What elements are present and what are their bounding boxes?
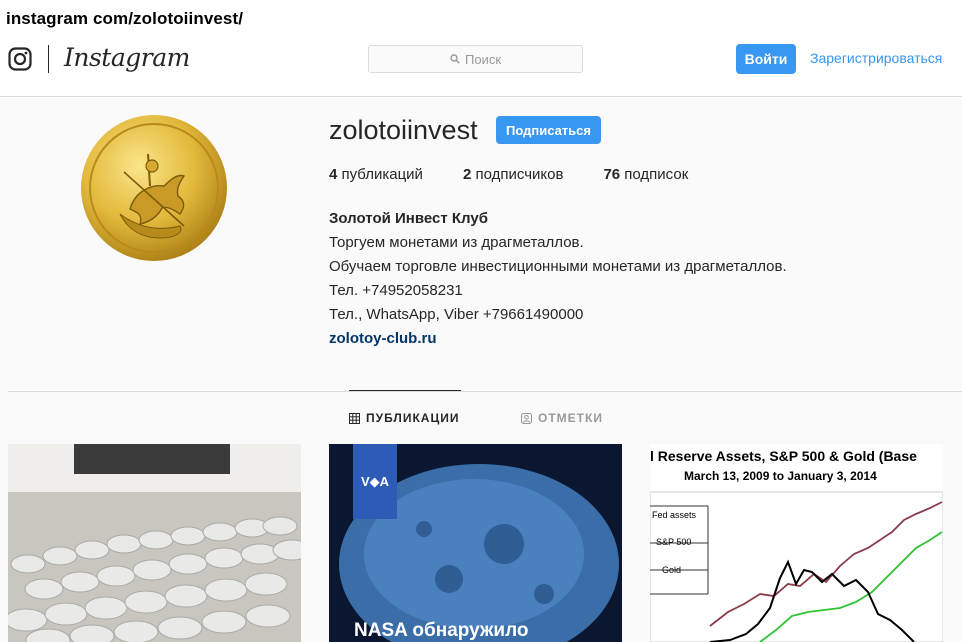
stat-followers[interactable]: 2 подписчиков [463,166,563,183]
profile-username: zolotoiinvest [329,115,478,145]
silver-coins-image [8,444,301,642]
bio-website-link[interactable]: zolotoy-club.ru [329,327,787,351]
post-thumbnail[interactable] [8,444,301,642]
stat-followers-label: подписчиков [475,166,564,183]
post-thumbnail[interactable]: l Reserve Assets, S&P 500 & Gold (Base M… [650,444,943,642]
stat-posts: 4 публикаций [329,166,423,183]
search-input[interactable]: Поиск [368,45,583,73]
stat-followers-count: 2 [462,166,472,183]
profile-bio: Золотой Инвест Клуб Торгуем монетами из … [329,207,787,351]
follow-button[interactable]: Подписаться [496,116,601,144]
legend-item: Gold [662,565,682,575]
bio-name: Золотой Инвест Клуб [329,210,488,227]
register-link[interactable]: Зарегистрироваться [810,50,942,66]
avatar[interactable] [80,114,228,262]
stat-following[interactable]: 76 подписок [603,166,688,183]
instagram-icon[interactable] [8,47,32,71]
legend-item: Fed assets [652,510,697,520]
stat-following-count: 76 [603,166,621,183]
profile-stats: 4 публикаций 2 подписчиков 76 подписок [329,166,728,183]
stat-posts-label: публикаций [341,166,423,183]
post-caption: NASA обнаружило [354,620,529,641]
tab-active-indicator [349,390,461,391]
bio-line: Тел., WhatsApp, Viber +79661490000 [329,306,584,323]
tabs-divider [8,391,962,392]
tag-portrait-icon [521,412,532,424]
bio-line: Обучаем торговле инвестиционными монетам… [329,258,787,275]
tab-tagged[interactable]: ОТМЕТКИ [521,411,603,425]
legend-item: S&P 500 [656,537,692,547]
post-chart-subtitle: March 13, 2009 to January 3, 2014 [684,469,877,483]
grid-icon [349,412,360,424]
post-thumbnail[interactable]: V◆A NASA обнаружило [329,444,622,642]
url-bar: instagram com/zolotoiinvest/ [0,0,962,36]
gold-coin-image [81,115,227,261]
top-nav: Instagram Поиск Войти Зарегистрироваться [0,36,962,97]
stat-posts-count: 4 [329,166,338,183]
url-text: instagram com/zolotoiinvest/ [6,9,244,28]
bio-line: Тел. +74952058231 [329,282,463,299]
nav-divider [48,45,49,73]
instagram-logo[interactable]: Instagram [64,43,190,72]
bio-line: Торгуем монетами из драгметаллов. [329,234,584,251]
post-chart-title: l Reserve Assets, S&P 500 & Gold (Base [650,448,917,464]
login-button[interactable]: Войти [736,44,796,74]
stat-following-label: подписок [624,166,689,183]
tab-posts-label: ПУБЛИКАЦИИ [366,411,460,425]
voa-logo: V◆A [353,444,397,519]
search-placeholder: Поиск [464,51,502,67]
search-icon [450,54,460,64]
tab-posts[interactable]: ПУБЛИКАЦИИ [349,411,459,425]
tab-tagged-label: ОТМЕТКИ [538,411,603,425]
